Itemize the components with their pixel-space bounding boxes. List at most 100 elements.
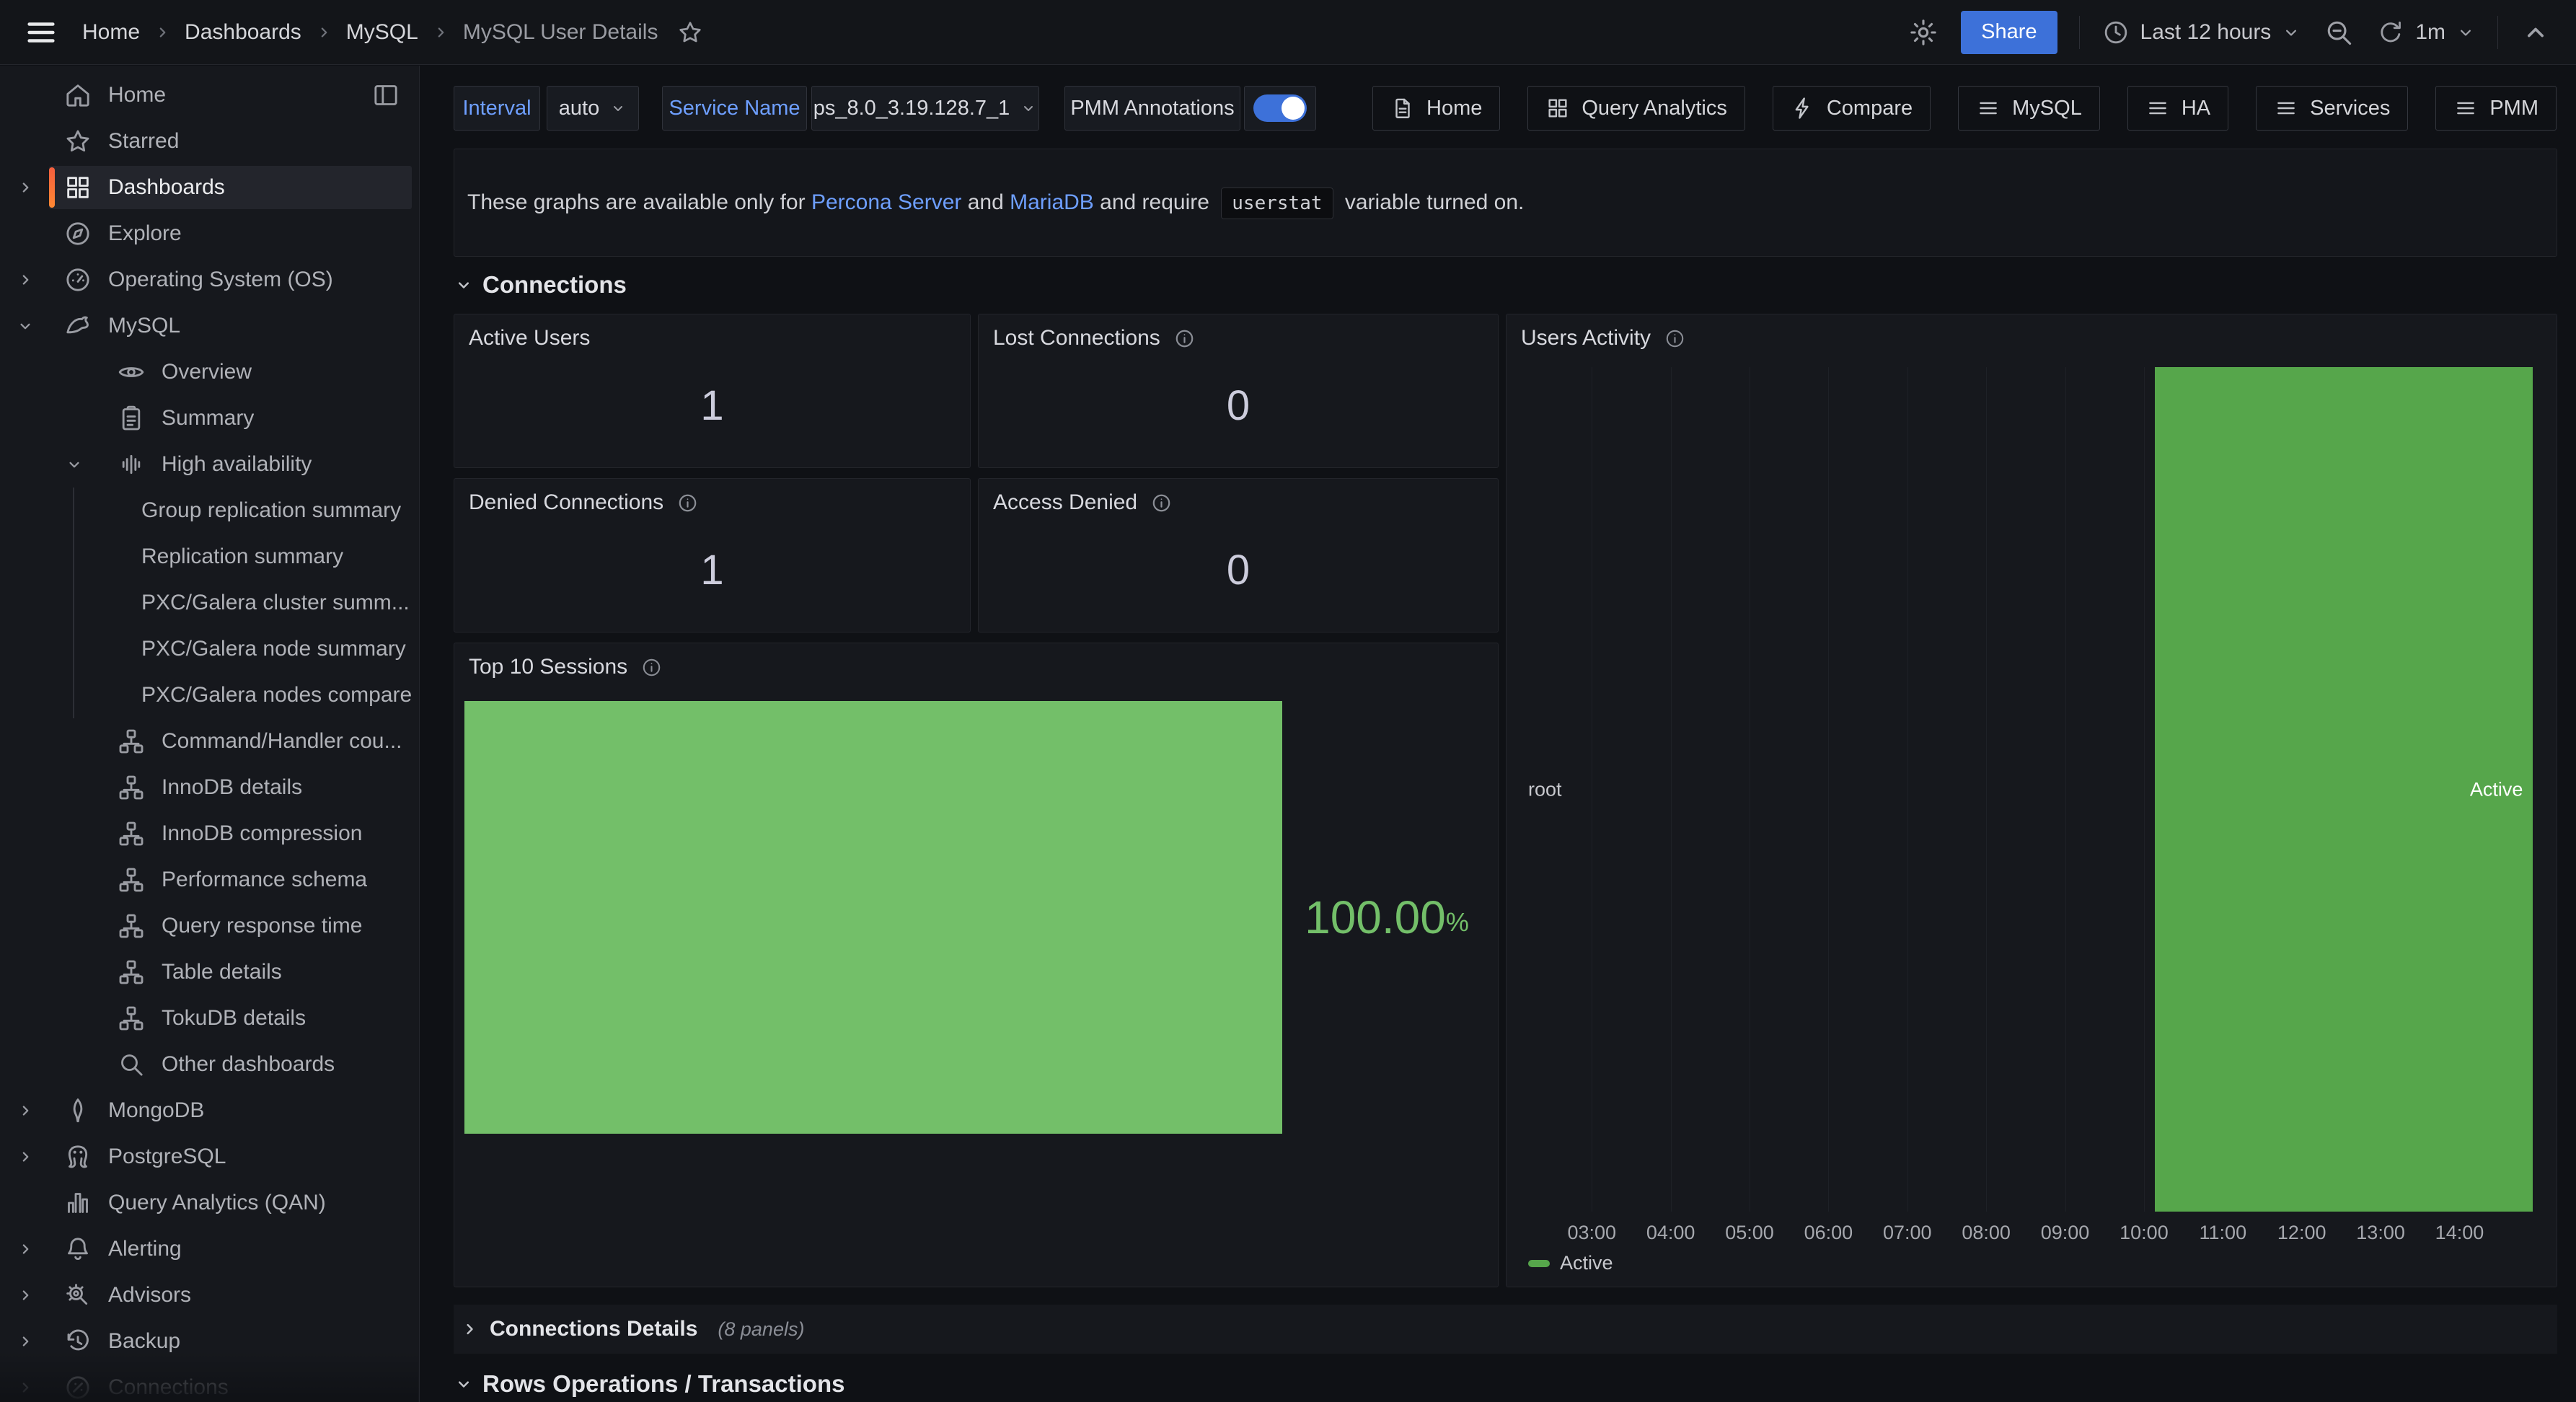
sidebar-item-operating-system-os[interactable]: Operating System (OS) xyxy=(0,257,419,303)
nav-button-label: MySQL xyxy=(2012,97,2082,120)
nav-button-query-analytics[interactable]: Query Analytics xyxy=(1527,86,1744,131)
service-name-select[interactable]: ps_8.0_3.19.128.7_1 xyxy=(811,86,1039,131)
mariadb-link[interactable]: MariaDB xyxy=(1010,190,1094,214)
info-icon[interactable] xyxy=(1664,327,1686,350)
nav-sidebar: Home Starred DashboardsExploreOperating Sy… xyxy=(0,66,420,1402)
sidebar-item-alerting[interactable]: Alerting xyxy=(0,1226,419,1272)
sidebar-item-query-analytics-qan[interactable]: Query Analytics (QAN) xyxy=(0,1180,419,1226)
panel-header[interactable]: Access Denied xyxy=(979,479,1498,515)
sidebar-item-innodb-compression[interactable]: InnoDB compression xyxy=(0,811,419,857)
section-row-connections[interactable]: Connections xyxy=(454,265,627,305)
sidebar-item-label: PXC/Galera node summary xyxy=(141,637,406,661)
info-icon[interactable] xyxy=(640,656,663,679)
sidebar-item-label: Summary xyxy=(162,406,254,431)
sidebar-item-mysql[interactable]: MySQL xyxy=(0,303,419,349)
nav-button-pmm[interactable]: PMM xyxy=(2435,86,2557,131)
sidebar-item-starred[interactable]: Starred xyxy=(0,118,419,164)
nav-button-home[interactable]: Home xyxy=(1372,86,1500,131)
info-icon[interactable] xyxy=(1173,327,1196,350)
x-tick-label: 04:00 xyxy=(1646,1222,1695,1244)
sidebar-item-backup[interactable]: Backup xyxy=(0,1318,419,1364)
panel-header[interactable]: Top 10 Sessions xyxy=(454,643,1498,679)
section-row-rows-operations[interactable]: Rows Operations / Transactions xyxy=(454,1365,844,1402)
breadcrumb-item-home[interactable]: Home xyxy=(82,20,140,45)
top-10-sessions-panel: Top 10 Sessions 100.00% xyxy=(454,643,1499,1287)
breadcrumb-item-mysql-user-details[interactable]: MySQL User Details xyxy=(463,20,658,45)
sidebar-item-postgresql[interactable]: PostgreSQL xyxy=(0,1134,419,1180)
sidebar-item-mongodb[interactable]: MongoDB xyxy=(0,1088,419,1134)
interval-select[interactable]: auto xyxy=(547,86,639,131)
sidebar-item-command-handler-cou[interactable]: Command/Handler cou... xyxy=(0,718,419,764)
nav-button-services[interactable]: Services xyxy=(2256,86,2408,131)
time-range-picker[interactable]: Last 12 hours xyxy=(2101,18,2302,47)
sidebar-item-label: Group replication summary xyxy=(141,498,401,523)
sidebar-item-performance-schema[interactable]: Performance schema xyxy=(0,857,419,903)
active-time-bar[interactable]: Active xyxy=(2155,367,2533,1212)
nav-button-label: Home xyxy=(1426,97,1482,120)
sidebar-item-home[interactable]: Home xyxy=(0,72,419,118)
percona-server-link[interactable]: Percona Server xyxy=(811,190,961,214)
sidebar-item-dashboards[interactable]: Dashboards xyxy=(0,164,419,211)
pmm-annotations-toggle[interactable] xyxy=(1253,94,1307,122)
share-button[interactable]: Share xyxy=(1961,11,2057,54)
stat-value: 0 xyxy=(979,350,1498,467)
sidebar-item-table-details[interactable]: Table details xyxy=(0,949,419,995)
x-tick-label: 09:00 xyxy=(2041,1222,2090,1244)
sidebar-item-tokudb-details[interactable]: TokuDB details xyxy=(0,995,419,1041)
sidebar-item-label: MongoDB xyxy=(108,1098,204,1123)
sidebar-item-replication-summary[interactable]: Replication summary xyxy=(0,534,419,580)
search-icon xyxy=(117,1050,146,1079)
info-icon[interactable] xyxy=(676,492,699,514)
sidebar-item-query-response-time[interactable]: Query response time xyxy=(0,903,419,949)
panel-header[interactable]: Users Activity xyxy=(1507,314,2557,350)
sidebar-item-pxc-galera-nodes-compare[interactable]: PXC/Galera nodes compare xyxy=(0,672,419,718)
breadcrumb-item-dashboards[interactable]: Dashboards xyxy=(185,20,301,45)
advisor-icon xyxy=(63,1281,92,1310)
sidebar-item-pxc-galera-node-summary[interactable]: PXC/Galera node summary xyxy=(0,626,419,672)
sidebar-item-explore[interactable]: Explore xyxy=(0,211,419,257)
bar-series-label: Active xyxy=(2470,778,2523,801)
sidebar-item-summary[interactable]: Summary xyxy=(0,395,419,441)
home-icon xyxy=(63,81,92,110)
sidebar-item-high-availability[interactable]: High availability xyxy=(0,441,419,488)
gridline xyxy=(2065,367,2066,1212)
sidebar-item-innodb-details[interactable]: InnoDB details xyxy=(0,764,419,811)
mysql-dolphin-icon xyxy=(63,312,92,340)
dashboard-settings-gear-icon[interactable] xyxy=(1907,17,1939,48)
collapse-kiosk-chevron-up-icon[interactable] xyxy=(2520,17,2551,48)
nav-button-mysql[interactable]: MySQL xyxy=(1958,86,2100,131)
refresh-picker[interactable]: 1m xyxy=(2376,18,2476,47)
panel-header[interactable]: Active Users xyxy=(454,314,970,350)
menu-toggle-icon[interactable] xyxy=(25,16,58,49)
sidebar-item-label: Alerting xyxy=(108,1237,182,1261)
panel-header[interactable]: Lost Connections xyxy=(979,314,1498,350)
sidebar-item-group-replication-summary[interactable]: Group replication summary xyxy=(0,488,419,534)
favorite-star-icon[interactable] xyxy=(676,19,704,46)
sidebar-item-advisors[interactable]: Advisors xyxy=(0,1272,419,1318)
sidebar-item-overview[interactable]: Overview xyxy=(0,349,419,395)
sidebar-item-connections[interactable]: Connections xyxy=(0,1364,419,1402)
sidebar-item-label: PostgreSQL xyxy=(108,1145,226,1169)
dashboard-nav-buttons: Home Query Analytics Compare MySQL HA Service… xyxy=(1372,86,2557,131)
chevron-right-icon xyxy=(16,1332,35,1351)
sidebar-item-pxc-galera-cluster-summ[interactable]: PXC/Galera cluster summ... xyxy=(0,580,419,626)
sidebar-item-label: Advisors xyxy=(108,1283,191,1308)
sidebar-item-label: Connections xyxy=(108,1375,229,1400)
nav-button-ha[interactable]: HA xyxy=(2127,86,2228,131)
section-row-connections-details[interactable]: Connections Details (8 panels) xyxy=(454,1305,2557,1354)
sidebar-item-label: Command/Handler cou... xyxy=(162,729,402,754)
stat-value: 1 xyxy=(454,350,970,467)
nav-button-compare[interactable]: Compare xyxy=(1773,86,1931,131)
legend-item-active[interactable]: Active xyxy=(1528,1252,1613,1274)
zoom-out-icon[interactable] xyxy=(2323,17,2355,48)
sidebar-item-other-dashboards[interactable]: Other dashboards xyxy=(0,1041,419,1088)
sidebar-collapse-icon[interactable] xyxy=(371,81,400,110)
breadcrumb-item-mysql[interactable]: MySQL xyxy=(346,20,418,45)
chevron-right-icon xyxy=(16,1286,35,1305)
chevron-right-icon xyxy=(16,1101,35,1120)
x-axis: 03:0004:0005:0006:0007:0008:0009:0010:00… xyxy=(1517,1222,2546,1251)
info-icon[interactable] xyxy=(1150,492,1173,514)
sidebar-item-label: Starred xyxy=(108,129,179,154)
breadcrumb-separator-icon xyxy=(153,23,172,42)
panel-header[interactable]: Denied Connections xyxy=(454,479,970,515)
